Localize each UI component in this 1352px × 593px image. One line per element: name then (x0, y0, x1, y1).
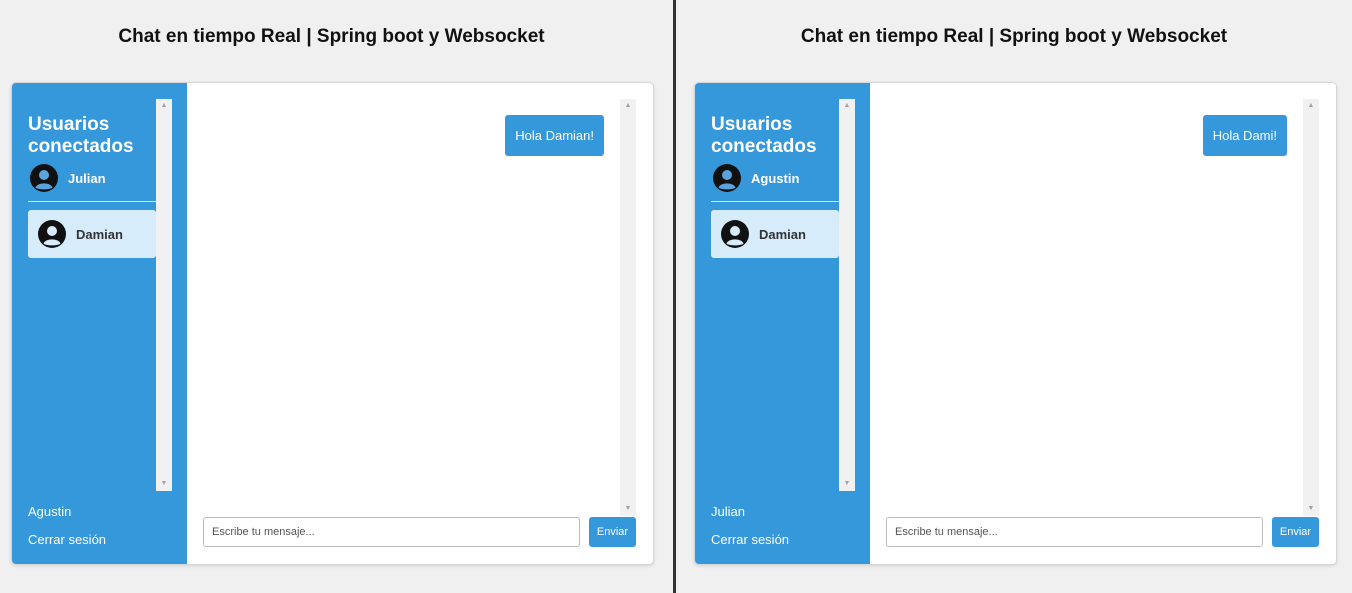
user-avatar-icon (713, 164, 741, 192)
users-panel: Usuarios conectados Julian Damian ▲ ▼ (28, 99, 172, 491)
scroll-down-icon[interactable]: ▼ (1303, 502, 1319, 516)
message-composer: Enviar (203, 517, 636, 547)
message-input[interactable] (203, 517, 580, 547)
message-input[interactable] (886, 517, 1263, 547)
users-list-container: Usuarios conectados Julian Damian (28, 99, 156, 491)
chat-window-right: Chat en tiempo Real | Spring boot y Webs… (676, 0, 1351, 593)
users-scrollbar[interactable]: ▲ ▼ (156, 99, 172, 491)
messages-area: Hola Dami! ▲ ▼ (886, 99, 1319, 516)
user-list-item-name: Damian (76, 226, 123, 242)
users-list-container: Usuarios conectados Agustin Damian (711, 99, 839, 491)
users-heading: Usuarios conectados (28, 114, 134, 157)
logout-link[interactable]: Cerrar sesión (711, 532, 789, 547)
sidebar: Usuarios conectados Agustin Damian ▲ ▼ J… (695, 83, 870, 564)
scroll-up-icon[interactable]: ▲ (839, 99, 855, 113)
send-button[interactable]: Enviar (1272, 517, 1319, 547)
user-avatar-icon (721, 220, 749, 248)
current-user: Agustin (711, 161, 839, 202)
message-composer: Enviar (886, 517, 1319, 547)
scroll-down-icon[interactable]: ▼ (839, 477, 855, 491)
logout-link[interactable]: Cerrar sesión (28, 532, 106, 547)
messages-scrollbar[interactable]: ▲ ▼ (1303, 99, 1319, 516)
logged-in-username: Agustin (28, 504, 72, 519)
users-panel: Usuarios conectados Agustin Damian ▲ ▼ (711, 99, 855, 491)
message-bubble-sent: Hola Dami! (1202, 115, 1287, 156)
chat-panel: Hola Dami! ▲ ▼ Enviar (870, 83, 1336, 564)
user-avatar-icon (30, 164, 58, 192)
users-scrollbar[interactable]: ▲ ▼ (839, 99, 855, 491)
chat-app: Usuarios conectados Julian Damian ▲ ▼ Ag… (11, 82, 654, 565)
user-list-item-damian[interactable]: Damian (711, 210, 839, 258)
chat-app: Usuarios conectados Agustin Damian ▲ ▼ J… (694, 82, 1337, 565)
page-title: Chat en tiempo Real | Spring boot y Webs… (800, 26, 1228, 47)
user-list-item-damian[interactable]: Damian (28, 210, 156, 258)
scroll-up-icon[interactable]: ▲ (1303, 99, 1319, 113)
page-title: Chat en tiempo Real | Spring boot y Webs… (118, 26, 545, 47)
user-avatar-icon (38, 220, 66, 248)
messages-area: Hola Damian! ▲ ▼ (203, 99, 636, 516)
chat-window-left: Chat en tiempo Real | Spring boot y Webs… (0, 0, 675, 593)
current-user-name: Julian (68, 170, 106, 186)
current-user: Julian (28, 161, 156, 202)
scroll-up-icon[interactable]: ▲ (156, 99, 172, 113)
messages-scrollbar[interactable]: ▲ ▼ (620, 99, 636, 516)
user-list-item-name: Damian (759, 226, 806, 242)
users-heading: Usuarios conectados (711, 114, 817, 157)
current-user-name: Agustin (751, 170, 800, 186)
scroll-up-icon[interactable]: ▲ (620, 99, 636, 113)
scroll-down-icon[interactable]: ▼ (620, 502, 636, 516)
send-button[interactable]: Enviar (589, 517, 636, 547)
chat-panel: Hola Damian! ▲ ▼ Enviar (187, 83, 653, 564)
sidebar: Usuarios conectados Julian Damian ▲ ▼ Ag… (12, 83, 187, 564)
message-bubble-sent: Hola Damian! (505, 115, 604, 156)
scroll-down-icon[interactable]: ▼ (156, 477, 172, 491)
logged-in-username: Julian (711, 504, 745, 519)
